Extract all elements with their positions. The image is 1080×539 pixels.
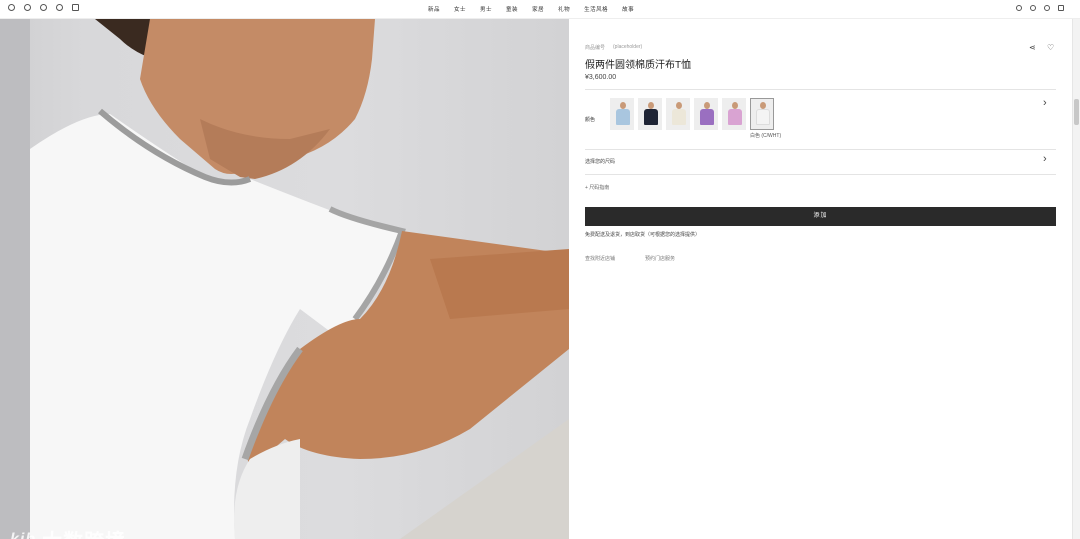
model-illustration bbox=[0, 19, 569, 539]
swatch-shirt bbox=[644, 109, 658, 125]
divider bbox=[585, 149, 1056, 150]
swatch-shirt bbox=[616, 109, 630, 125]
chevron-right-icon[interactable]: › bbox=[1043, 153, 1047, 165]
product-code: 商品编号 (placeholder) bbox=[585, 44, 642, 51]
product-code-value: (placeholder) bbox=[613, 44, 643, 50]
mail-icon[interactable] bbox=[72, 4, 79, 11]
divider bbox=[585, 89, 1056, 90]
share-icon[interactable]: ⋖ bbox=[1029, 43, 1036, 52]
menu-item-men[interactable]: 男士 bbox=[480, 5, 492, 13]
add-to-bag-button[interactable]: 添加 bbox=[585, 207, 1056, 226]
top-navigation: 新品 女士 男士 童装 家居 礼物 生活风格 故事 bbox=[0, 0, 1080, 19]
menu-item-lifestyle[interactable]: 生活风格 bbox=[584, 5, 608, 13]
main-menu: 新品 女士 男士 童装 家居 礼物 生活风格 故事 bbox=[428, 5, 634, 13]
product-code-label: 商品编号 bbox=[585, 45, 606, 51]
book-appointment-link[interactable]: 预约门店服务 bbox=[645, 255, 675, 262]
color-swatches bbox=[610, 98, 774, 130]
color-label: 颜色 bbox=[585, 117, 596, 123]
selected-color-name: 白色 (C/WHT) bbox=[750, 133, 782, 139]
menu-item-gifts[interactable]: 礼物 bbox=[558, 5, 570, 13]
swatch-shirt bbox=[700, 109, 714, 125]
phone-icon[interactable] bbox=[56, 4, 63, 11]
color-swatch-light-blue[interactable] bbox=[610, 98, 634, 130]
watermark-logo: kjb bbox=[10, 530, 37, 539]
bag-icon[interactable] bbox=[1058, 5, 1064, 11]
product-hero-image: kjb 大数跨境 bbox=[0, 19, 569, 539]
watermark-text: 大数跨境 bbox=[42, 525, 126, 539]
divider bbox=[585, 174, 1056, 175]
swatch-shirt bbox=[756, 109, 770, 125]
find-store-link[interactable]: 查找附近店铺 bbox=[585, 255, 615, 262]
page-scrollbar[interactable] bbox=[1072, 19, 1080, 539]
store-links: 查找附近店铺 预约门店服务 bbox=[585, 255, 675, 262]
chevron-right-icon[interactable]: › bbox=[1043, 97, 1047, 109]
wishlist-heart-icon[interactable]: ♡ bbox=[1047, 43, 1054, 52]
color-swatch-purple[interactable] bbox=[694, 98, 718, 130]
location-icon[interactable] bbox=[24, 4, 31, 11]
nav-left-icons bbox=[8, 4, 79, 11]
swatch-shirt bbox=[672, 109, 686, 125]
product-price: ¥3,600.00 bbox=[585, 74, 617, 81]
menu-item-kids[interactable]: 童装 bbox=[506, 5, 518, 13]
color-swatch-navy[interactable] bbox=[638, 98, 662, 130]
color-swatch-pink[interactable] bbox=[722, 98, 746, 130]
menu-item-new[interactable]: 新品 bbox=[428, 5, 440, 13]
pin-icon[interactable] bbox=[40, 4, 47, 11]
color-swatch-white[interactable] bbox=[750, 98, 774, 130]
menu-item-stories[interactable]: 故事 bbox=[622, 5, 634, 13]
menu-item-home[interactable]: 家居 bbox=[532, 5, 544, 13]
heart-icon[interactable] bbox=[1030, 5, 1036, 11]
product-title: 假两件圆领棉质汗布T恤 bbox=[585, 60, 692, 71]
swatch-shirt bbox=[728, 109, 742, 125]
size-selector[interactable]: 选择您的尺码 bbox=[585, 158, 615, 165]
size-guide-link[interactable]: + 尺码指南 bbox=[585, 184, 609, 191]
search-icon[interactable] bbox=[1016, 5, 1022, 11]
shipping-note: 免费配送及退货，到店取货（可根据您的选择提供） bbox=[585, 232, 701, 238]
settings-icon[interactable] bbox=[8, 4, 15, 11]
color-swatch-off-white[interactable] bbox=[666, 98, 690, 130]
nav-right-icons bbox=[1016, 5, 1064, 11]
watermark: kjb 大数跨境 bbox=[10, 525, 126, 539]
scrollbar-thumb[interactable] bbox=[1074, 99, 1079, 125]
menu-item-women[interactable]: 女士 bbox=[454, 5, 466, 13]
account-icon[interactable] bbox=[1044, 5, 1050, 11]
